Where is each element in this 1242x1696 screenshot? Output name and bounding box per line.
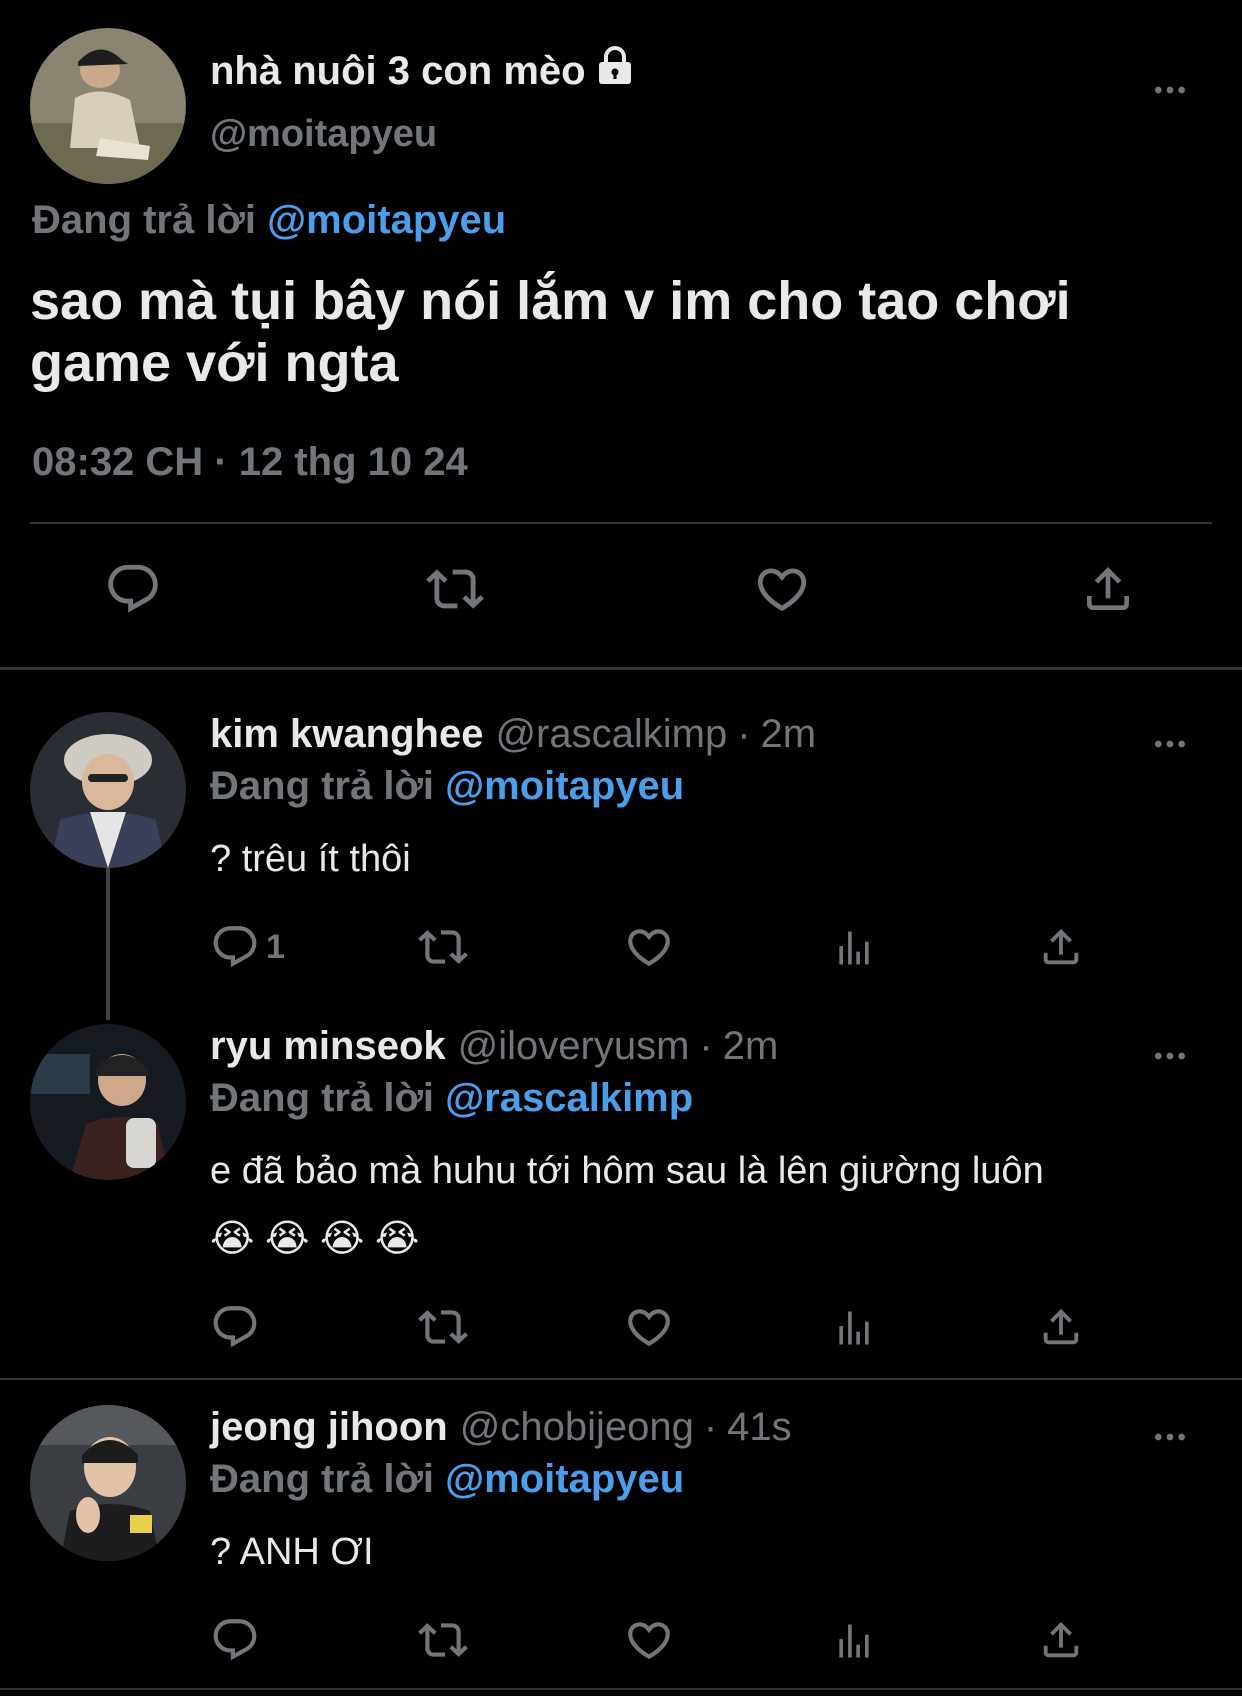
share-icon[interactable] (1080, 560, 1136, 623)
display-name[interactable]: jeong jihoon (210, 1405, 448, 1450)
replying-to-label: Đang trả lời (210, 1457, 435, 1501)
reply-button[interactable]: 1 (210, 922, 285, 972)
separator: · (703, 1405, 718, 1449)
like-icon[interactable] (752, 560, 812, 623)
timestamp[interactable]: 08:32 CH · 12 thg 10 24 (32, 440, 468, 485)
share-icon[interactable] (1038, 1302, 1084, 1352)
action-bar: 1 (210, 922, 1110, 982)
retweet-icon[interactable] (424, 560, 486, 623)
tweet-text: ? ANH ƠI (210, 1531, 374, 1573)
more-icon[interactable] (1150, 1417, 1190, 1462)
mention-link[interactable]: @rascalkimp (445, 1076, 693, 1120)
action-bar (210, 1302, 1110, 1362)
replying-to: Đang trả lời @moitapyeu (210, 1457, 684, 1502)
more-icon[interactable] (1150, 724, 1190, 769)
main-tweet: nhà nuôi 3 con mèo @moitapyeu Đang trả l… (0, 0, 1242, 670)
views-icon[interactable] (832, 1302, 876, 1354)
like-icon[interactable] (624, 1302, 674, 1352)
tweet-header: kim kwanghee @rascalkimp · 2m (210, 712, 816, 757)
divider (0, 1688, 1242, 1690)
mention-link[interactable]: @moitapyeu (445, 764, 684, 808)
retweet-icon[interactable] (416, 922, 470, 972)
action-bar (0, 560, 1242, 630)
avatar[interactable] (30, 1405, 186, 1561)
display-name[interactable]: kim kwanghee (210, 712, 483, 757)
reply-icon[interactable] (210, 1615, 260, 1665)
reply-tweet[interactable]: kim kwanghee @rascalkimp · 2m Đang trả l… (0, 700, 1242, 1020)
handle[interactable]: @chobijeong (460, 1405, 694, 1450)
separator: · (699, 1024, 713, 1068)
display-name-text: nhà nuôi 3 con mèo (210, 48, 586, 93)
avatar[interactable] (30, 712, 186, 868)
like-icon[interactable] (624, 1615, 674, 1665)
divider (0, 667, 1242, 670)
replying-to-label: Đang trả lời (210, 1076, 435, 1120)
replying-to: Đang trả lời @moitapyeu (210, 764, 684, 809)
views-icon[interactable] (832, 922, 876, 974)
time[interactable]: 41s (727, 1405, 792, 1450)
replying-to: Đang trả lời @rascalkimp (210, 1076, 693, 1121)
lock-icon (596, 46, 634, 96)
retweet-icon[interactable] (416, 1302, 470, 1352)
separator: · (737, 712, 751, 756)
reply-tweet[interactable]: ryu minseok @iloveryusm · 2m Đang trả lờ… (0, 1012, 1242, 1382)
display-name[interactable]: ryu minseok (210, 1024, 446, 1069)
more-icon[interactable] (1150, 1036, 1190, 1081)
reply-icon[interactable] (210, 1302, 260, 1352)
handle[interactable]: @iloveryusm (458, 1024, 690, 1069)
emoji-row: 😭 😭 😭 😭 (210, 1218, 420, 1260)
divider (30, 522, 1212, 524)
mention-link[interactable]: @moitapyeu (445, 1457, 684, 1501)
divider (0, 1378, 1242, 1380)
thread-line (106, 868, 110, 1020)
share-icon[interactable] (1038, 922, 1084, 972)
retweet-icon[interactable] (416, 1615, 470, 1665)
avatar[interactable] (30, 1024, 186, 1180)
avatar[interactable] (30, 28, 186, 184)
reply-icon (210, 922, 260, 972)
replying-to: Đang trả lời @moitapyeu (32, 198, 506, 243)
share-icon[interactable] (1038, 1615, 1084, 1665)
more-icon[interactable] (1150, 70, 1190, 115)
replying-to-label: Đang trả lời (32, 198, 257, 242)
tweet-text: ? trêu ít thôi (210, 838, 411, 880)
handle[interactable]: @rascalkimp (495, 712, 727, 757)
reply-count: 1 (266, 927, 285, 966)
tweet-text: sao mà tụi bây nói lắm v im cho tao chơi… (30, 271, 1071, 393)
reply-icon[interactable] (104, 560, 162, 623)
views-icon[interactable] (832, 1615, 876, 1667)
mention-link[interactable]: @moitapyeu (267, 198, 506, 242)
reply-tweet[interactable]: jeong jihoon @chobijeong · 41s Đang trả … (0, 1393, 1242, 1693)
replying-to-label: Đang trả lời (210, 764, 435, 808)
tweet-header: jeong jihoon @chobijeong · 41s (210, 1405, 792, 1450)
tweet-header: ryu minseok @iloveryusm · 2m (210, 1024, 778, 1069)
time[interactable]: 2m (761, 712, 817, 757)
action-bar (210, 1615, 1110, 1675)
like-icon[interactable] (624, 922, 674, 972)
tweet-body: e đã bảo mà huhu tới hôm sau là lên giườ… (210, 1138, 1210, 1272)
handle[interactable]: @moitapyeu (210, 113, 437, 156)
time[interactable]: 2m (723, 1024, 779, 1069)
tweet-text: e đã bảo mà huhu tới hôm sau là lên giườ… (210, 1150, 1044, 1192)
display-name[interactable]: nhà nuôi 3 con mèo (210, 46, 634, 96)
